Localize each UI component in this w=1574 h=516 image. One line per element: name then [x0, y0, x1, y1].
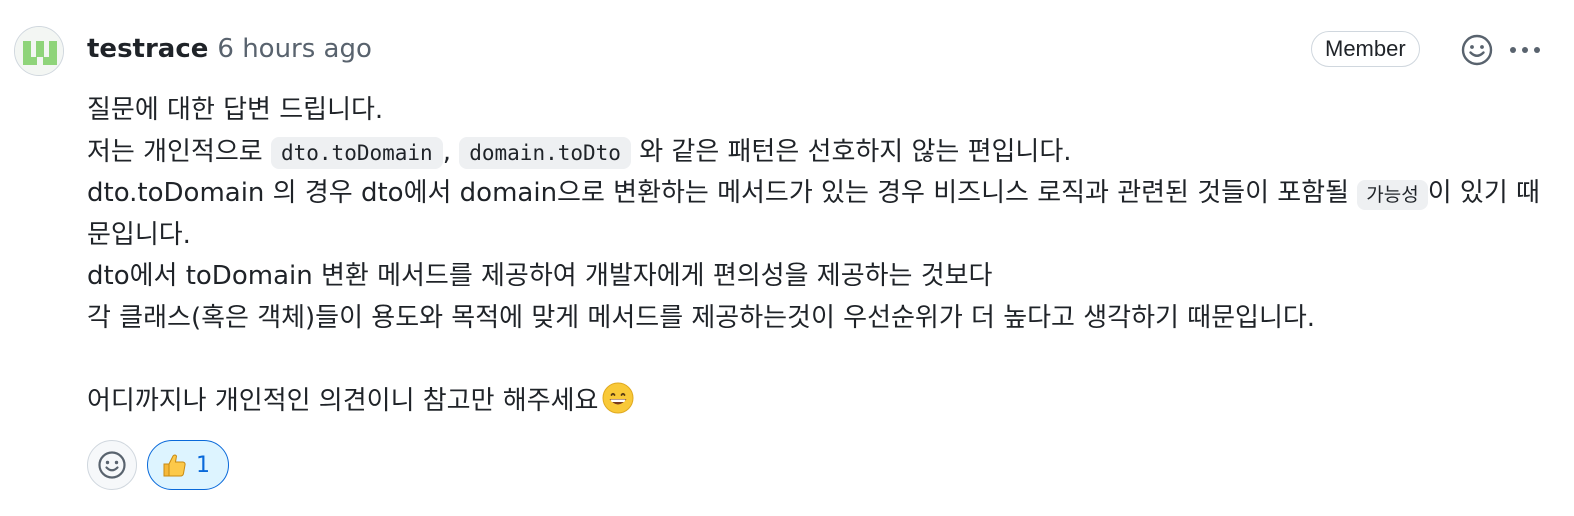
more-options-button[interactable] — [1505, 32, 1545, 68]
body-line: 저는 개인적으로 dto.toDomain, domain.toDto 와 같은… — [87, 132, 1557, 174]
body-text-segment: dto.toDomain 의 경우 dto에서 domain으로 변환하는 메서… — [87, 178, 1358, 208]
smiley-icon — [1461, 34, 1493, 66]
grinning-face-icon — [602, 382, 634, 414]
body-text-segment: 와 같은 패턴은 선호하지 않는 편입니다. — [630, 136, 1072, 167]
inline-code: 가능성 — [1357, 180, 1428, 210]
body-text-segment: 이 있기 때 — [1427, 178, 1540, 208]
identicon-icon — [15, 27, 63, 75]
comment-body: 질문에 대한 답변 드립니다. 저는 개인적으로 dto.toDomain, d… — [87, 90, 1557, 422]
body-text-segment: 저는 개인적으로 — [87, 136, 271, 167]
comment-timestamp[interactable]: 6 hours ago — [217, 30, 372, 68]
add-reaction-button[interactable] — [1459, 32, 1495, 68]
body-line: 질문에 대한 답변 드립니다. — [87, 95, 384, 125]
reaction-count: 1 — [196, 452, 210, 478]
body-line: 각 클래스(혹은 객체)들이 용도와 목적에 맞게 메서드를 제공하는것이 우선… — [87, 302, 1316, 333]
body-line: 문입니다. — [87, 219, 191, 250]
author-name[interactable]: testrace — [87, 30, 208, 68]
add-reaction-footer-button[interactable] — [87, 440, 137, 490]
inline-code: domain.toDto — [459, 136, 631, 169]
thumbs-up-icon — [163, 454, 186, 477]
body-text-segment: 어디까지나 개인적인 의견이니 참고만 해주세요 — [87, 385, 599, 416]
author-avatar[interactable] — [14, 26, 64, 76]
kebab-horizontal-icon — [1510, 47, 1540, 53]
paragraph-break — [87, 339, 1557, 381]
smiley-icon — [98, 451, 126, 479]
thumbs-up-reaction-button[interactable]: 1 — [147, 440, 229, 490]
inline-code: dto.toDomain — [270, 136, 443, 169]
body-text-segment: , — [442, 136, 460, 167]
body-line: 어디까지나 개인적인 의견이니 참고만 해주세요 — [87, 381, 1557, 423]
comment-header: testrace 6 hours ago — [87, 30, 372, 68]
member-badge: Member — [1311, 31, 1420, 67]
body-line: dto에서 toDomain 변환 메서드를 제공하여 개발자에게 편의성을 제… — [87, 261, 993, 291]
body-line: dto.toDomain 의 경우 dto에서 domain으로 변환하는 메서… — [87, 173, 1557, 215]
